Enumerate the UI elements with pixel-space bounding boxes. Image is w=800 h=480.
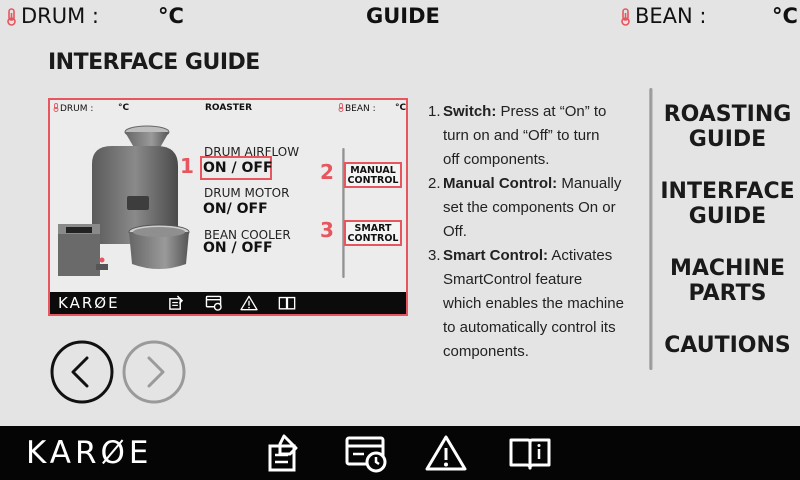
drum-airflow-label: DRUM AIRFLOW [204, 145, 300, 159]
drum-airflow-switch: ON / OFF [203, 160, 273, 176]
instruction-line: Press at “On” to [496, 103, 607, 120]
manual-control-preview-button: MANUAL CONTROL [344, 162, 402, 188]
callout-number: 2 [320, 160, 334, 184]
warning-icon[interactable] [424, 434, 468, 472]
drum-motor-label: DRUM MOTOR [204, 186, 290, 200]
instruction-text: Smart Control: Activates SmartControl fea… [443, 244, 624, 364]
nav-roasting-guide[interactable]: ROASTING GUIDE [655, 102, 800, 152]
footer-bar: KARØE [0, 426, 800, 480]
instruction-item: 1. Switch: Press at “On” to turn on and “O… [428, 100, 643, 172]
preview-drum-readout: DRUM : [53, 103, 93, 114]
instruction-number: 1. [428, 103, 441, 120]
instruction-text: Switch: Press at “On” to turn on and “Off… [443, 100, 606, 172]
instruction-line: Manually [557, 175, 622, 192]
roaster-machine-illustration [58, 125, 190, 276]
preview-drum-label: DRUM : [60, 104, 94, 114]
bean-unit: °C [772, 4, 798, 28]
callout-number: 3 [320, 218, 334, 242]
guide-book-icon [278, 296, 296, 310]
button-line: CONTROL [347, 175, 399, 186]
drum-unit: °C [158, 4, 184, 28]
instruction-line: SmartControl feature [443, 271, 583, 288]
nav-label: MACHINE [669, 256, 786, 281]
instruction-line: components. [443, 343, 529, 360]
nav-label: INTERFACE [660, 179, 795, 204]
brand-logo: KARØE [26, 435, 153, 471]
page-title: INTERFACE GUIDE [48, 50, 260, 75]
instruction-item: 2. Manual Control: Manually set the compon… [428, 172, 643, 244]
preview-bean-label: BEAN : [345, 104, 376, 114]
instruction-line: off components. [443, 151, 550, 168]
preview-drum-unit: °C [118, 103, 130, 113]
instruction-line: turn on and “Off” to turn [443, 127, 600, 144]
instruction-term: Smart Control: [443, 247, 548, 264]
callout-number: 1 [180, 154, 194, 178]
preview-logo: KARØE [58, 294, 120, 312]
drum-label: DRUM : [21, 4, 100, 28]
interface-preview: DRUM : °C ROASTER BEAN : °C 1 DRUM AIRFL… [48, 98, 408, 316]
roast-log-icon[interactable] [266, 434, 302, 472]
thermometer-icon [338, 103, 344, 112]
preview-bean-readout: BEAN : [338, 103, 376, 114]
nav-label: ROASTING [663, 102, 792, 127]
instruction-item: 3. Smart Control: Activates SmartControl f… [428, 244, 643, 364]
nav-machine-parts[interactable]: MACHINE PARTS [655, 256, 800, 306]
roast-log-icon [169, 295, 184, 310]
instruction-line: set the components On or [443, 199, 616, 216]
instruction-line: Activates [548, 247, 613, 264]
screen-title: GUIDE [366, 4, 440, 28]
drum-temp-readout: DRUM : [6, 4, 99, 29]
nav-label: PARTS [688, 281, 767, 306]
previous-button[interactable] [50, 340, 114, 404]
payment-history-icon [205, 295, 222, 311]
preview-bean-unit: °C [395, 103, 407, 113]
payment-history-icon[interactable] [344, 434, 390, 474]
button-line: CONTROL [347, 233, 399, 244]
thermometer-icon [621, 8, 630, 26]
drum-motor-switch: ON/ OFF [203, 201, 268, 217]
instruction-number: 3. [428, 247, 441, 264]
preview-title: ROASTER [205, 103, 253, 113]
instruction-term: Switch: [443, 103, 497, 120]
bean-cooler-switch: ON / OFF [203, 240, 273, 256]
warning-icon [240, 295, 258, 311]
nav-label: GUIDE [688, 127, 767, 152]
instruction-text: Manual Control: Manually set the componen… [443, 172, 621, 244]
preview-footer: KARØE [50, 292, 406, 314]
status-bar: DRUM : °C GUIDE BEAN : °C [0, 0, 800, 32]
nav-label: GUIDE [688, 204, 767, 229]
chevron-left-icon [50, 340, 114, 404]
bean-temp-readout: BEAN : [620, 4, 707, 29]
instruction-line: Off. [443, 223, 467, 240]
instruction-line: to automatically control its [443, 319, 616, 336]
thermometer-icon [7, 8, 16, 26]
instruction-line: which enables the machine [443, 295, 624, 312]
smart-control-preview-button: SMART CONTROL [344, 220, 402, 246]
next-button[interactable] [122, 340, 186, 404]
bean-label: BEAN : [635, 4, 707, 28]
instruction-number: 2. [428, 175, 441, 192]
chevron-right-icon [122, 340, 186, 404]
nav-interface-guide[interactable]: INTERFACE GUIDE [655, 179, 800, 229]
instruction-term: Manual Control: [443, 175, 558, 192]
guide-book-icon[interactable] [508, 434, 552, 472]
nav-cautions[interactable]: CAUTIONS [655, 333, 800, 358]
thermometer-icon [53, 103, 59, 112]
instructions-list: 1. Switch: Press at “On” to turn on and “O… [428, 100, 643, 364]
nav-label: CAUTIONS [664, 333, 791, 358]
nav-divider [649, 88, 653, 370]
